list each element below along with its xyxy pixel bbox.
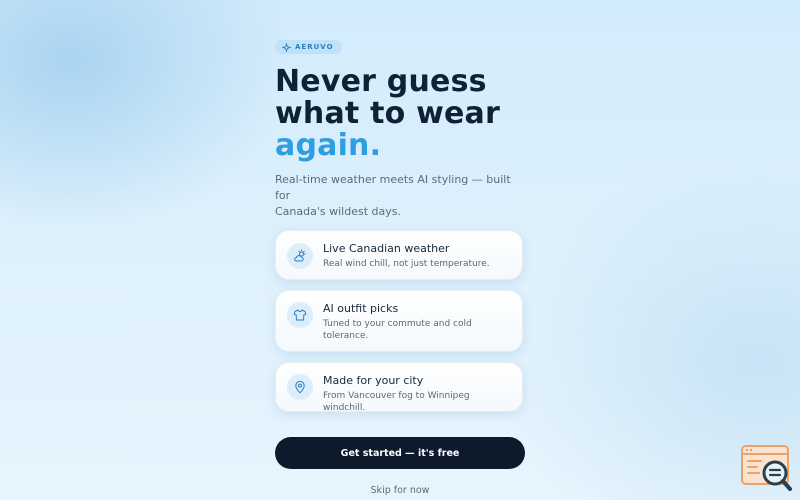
headline-line-1: Never guess bbox=[275, 64, 487, 99]
subtitle-line-1: Real-time weather meets AI styling — bui… bbox=[275, 173, 511, 202]
feature-title: Made for your city bbox=[323, 374, 424, 387]
brand-badge: AERUVO bbox=[275, 40, 342, 54]
sparkle-icon bbox=[282, 42, 291, 52]
feature-icon-badge bbox=[287, 374, 313, 400]
get-started-button[interactable]: Get started — it's free bbox=[275, 437, 525, 469]
feature-icon-badge bbox=[287, 302, 313, 328]
subtitle-line-2: Canada's wildest days. bbox=[275, 205, 401, 218]
headline-accent: again. bbox=[275, 128, 382, 163]
feature-description: From Vancouver fog to Winnipeg windchill… bbox=[323, 391, 470, 413]
feature-description: Tuned to your commute and cold tolerance… bbox=[323, 319, 472, 341]
feature-card-weather: Live Canadian weather Real wind chill, n… bbox=[275, 230, 523, 280]
feature-icon-badge bbox=[287, 243, 313, 269]
feature-title: Live Canadian weather bbox=[323, 242, 450, 255]
feature-card-city: Made for your city From Vancouver fog to… bbox=[275, 362, 523, 413]
feature-card-outfit: AI outfit picks Tuned to your commute an… bbox=[275, 290, 523, 352]
feature-title: AI outfit picks bbox=[323, 302, 399, 315]
feature-description: Real wind chill, not just temperature. bbox=[323, 259, 490, 269]
location-pin-icon bbox=[295, 380, 305, 394]
brand-name: AERUVO bbox=[295, 43, 334, 51]
page-title: Never guess what to wear again. bbox=[275, 66, 500, 162]
app-logo-icon bbox=[741, 445, 792, 491]
weather-sun-cloud-icon bbox=[294, 249, 306, 262]
subtitle: Real-time weather meets AI styling — bui… bbox=[275, 172, 525, 220]
shirt-icon bbox=[293, 309, 307, 321]
headline-line-2: what to wear bbox=[275, 96, 500, 131]
skip-link[interactable]: Skip for now bbox=[275, 485, 525, 496]
